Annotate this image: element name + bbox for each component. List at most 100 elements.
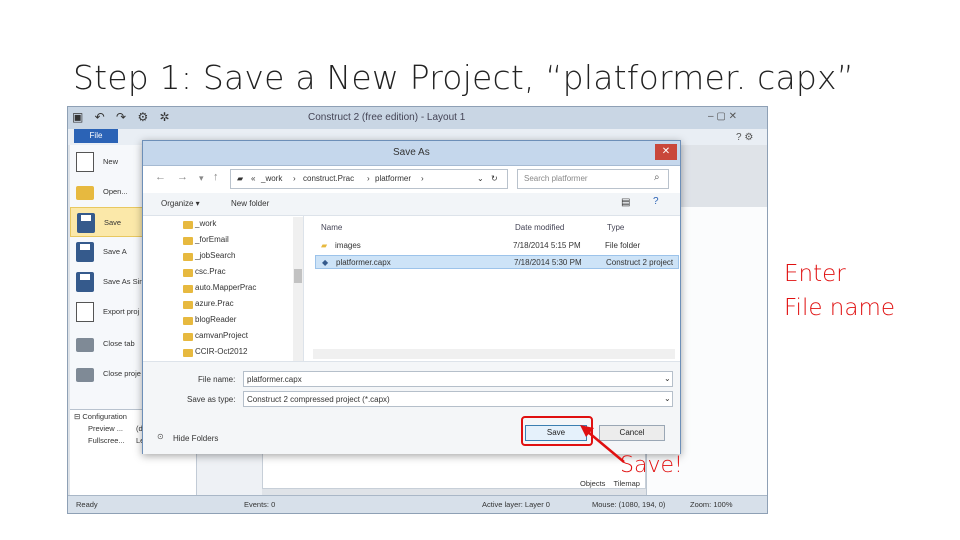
- chevron-down-icon[interactable]: ⌄: [664, 394, 671, 403]
- file-name: images: [335, 241, 361, 250]
- tree-item[interactable]: _work: [195, 219, 216, 228]
- organize-button[interactable]: Organize ▾: [161, 199, 200, 208]
- chevron-down-icon[interactable]: ⌄: [664, 374, 671, 383]
- dialog-toolbar: Organize ▾ New folder ▤ ?: [143, 193, 680, 216]
- tree-item[interactable]: _forEmail: [195, 235, 229, 244]
- help-icon[interactable]: ? ⚙: [736, 132, 753, 143]
- new-folder-button[interactable]: New folder: [231, 199, 269, 208]
- tree-item[interactable]: camvanProject: [195, 331, 248, 340]
- tree-item[interactable]: _jobSearch: [195, 251, 235, 260]
- file-name-label: File name:: [198, 375, 236, 384]
- tree-item[interactable]: blogReader: [195, 315, 236, 324]
- status-bar: Ready Events: 0 Active layer: Layer 0 Mo…: [68, 495, 767, 513]
- save-callout: Save!: [620, 453, 683, 478]
- view-options-icon[interactable]: ▤: [621, 197, 630, 208]
- file-row-images[interactable]: ▰ images 7/18/2014 5:15 PM File folder: [315, 239, 679, 253]
- search-icon[interactable]: ⌕: [654, 172, 660, 183]
- dialog-title: Save As: [393, 147, 430, 158]
- tree-item[interactable]: csc.Prac: [195, 267, 226, 276]
- tree-item[interactable]: azure.Prac: [195, 299, 234, 308]
- tree-item[interactable]: auto.MapperPrac: [195, 283, 256, 292]
- column-name[interactable]: Name: [321, 223, 342, 232]
- folder-icon: [183, 285, 193, 293]
- save-type-select[interactable]: Construct 2 compressed project (*.capx) …: [243, 391, 673, 407]
- app-window-title: Construct 2 (free edition) - Layout 1: [308, 112, 466, 123]
- folder-icon: ▰: [321, 241, 328, 250]
- save-type-value: Construct 2 compressed project (*.capx): [247, 395, 390, 404]
- file-date: 7/18/2014 5:30 PM: [514, 258, 582, 267]
- dialog-close-button[interactable]: ✕: [655, 144, 677, 160]
- close-tab-icon: [76, 338, 94, 352]
- file-tab[interactable]: File: [74, 129, 118, 143]
- save-highlight-box: [521, 416, 593, 446]
- address-bar[interactable]: ▰ « _work › construct.Prac › platformer …: [230, 169, 508, 189]
- dialog-title-bar: Save As ✕: [143, 141, 680, 166]
- breadcrumb-platformer[interactable]: platformer: [375, 174, 411, 183]
- refresh-icon[interactable]: ↻: [491, 174, 498, 183]
- up-arrow-icon[interactable]: ↑: [213, 171, 219, 183]
- enter-file-name-callout: Enter File name: [784, 257, 895, 325]
- folder-icon: [183, 221, 193, 229]
- column-type[interactable]: Type: [607, 223, 624, 232]
- folder-icon: [183, 349, 193, 357]
- search-box[interactable]: Search platformer ⌕: [517, 169, 669, 189]
- new-document-icon: [76, 152, 94, 172]
- folder-icon: ▰: [237, 174, 244, 183]
- search-placeholder: Search platformer: [524, 174, 588, 183]
- file-type: File folder: [605, 241, 641, 250]
- cancel-button[interactable]: Cancel: [599, 425, 665, 441]
- file-list: Name Date modified Type ▰ images 7/18/20…: [311, 215, 679, 361]
- help-icon[interactable]: ?: [653, 196, 659, 207]
- folder-tree: _work _forEmail _jobSearch csc.Prac auto…: [153, 215, 304, 361]
- folder-icon: [183, 253, 193, 261]
- hide-folders-toggle[interactable]: Hide Folders: [173, 434, 218, 443]
- tree-scrollbar[interactable]: [293, 217, 303, 361]
- back-arrow-icon[interactable]: ←: [155, 171, 166, 183]
- recent-chevron-icon[interactable]: ▾: [199, 173, 204, 184]
- breadcrumb-work[interactable]: _work: [261, 174, 282, 183]
- status-events: Events: 0: [244, 500, 276, 509]
- save-disk-icon: [77, 213, 95, 233]
- save-as-single-icon: [76, 272, 94, 292]
- save-type-label: Save as type:: [187, 395, 236, 404]
- column-date-modified[interactable]: Date modified: [515, 223, 564, 232]
- breadcrumb-construct-prac[interactable]: construct.Prac: [303, 174, 354, 183]
- configuration-header[interactable]: ⊟ Configuration: [74, 412, 127, 421]
- slide-title: Step 1: Save a New Project, “platformer.…: [73, 58, 855, 97]
- window-controls[interactable]: – ▢ ✕: [708, 111, 737, 122]
- file-name: platformer.capx: [336, 258, 391, 267]
- tree-scrollbar-thumb[interactable]: [294, 269, 302, 283]
- config-row-name[interactable]: Preview ...: [88, 424, 123, 433]
- folder-icon: [183, 333, 193, 341]
- close-project-icon: [76, 368, 94, 382]
- breadcrumb-separator: ›: [421, 174, 424, 183]
- construct-project-icon: ◆: [322, 258, 329, 267]
- file-name-input[interactable]: platformer.capx ⌄: [243, 371, 673, 387]
- open-folder-icon: [76, 186, 94, 200]
- callout-line-2: File name: [784, 295, 896, 321]
- callout-line-1: Enter: [784, 261, 846, 287]
- status-mouse: Mouse: (1080, 194, 0): [592, 500, 666, 509]
- file-date: 7/18/2014 5:15 PM: [513, 241, 581, 250]
- app-title-bar: ▣ ↶ ↷ ⚙ ✲ Construct 2 (free edition) - L…: [68, 107, 767, 130]
- tree-item[interactable]: CCIR-Oct2012: [195, 347, 247, 356]
- folder-icon: [183, 237, 193, 245]
- save-as-dialog: Save As ✕ ← → ▾ ↑ ▰ « _work › construct.…: [142, 140, 681, 454]
- file-list-scrollbar[interactable]: [313, 349, 675, 359]
- dropdown-arrow-icon[interactable]: ⌄: [477, 174, 484, 183]
- status-ready: Ready: [76, 500, 98, 509]
- breadcrumb-separator: ›: [367, 174, 370, 183]
- export-icon: [76, 302, 94, 322]
- file-row-platformer[interactable]: ◆ platformer.capx 7/18/2014 5:30 PM Cons…: [315, 255, 679, 269]
- tab-objects[interactable]: Objects: [580, 479, 605, 488]
- tab-tilemap[interactable]: Tilemap: [614, 479, 640, 488]
- save-as-icon: [76, 242, 94, 262]
- breadcrumb-more[interactable]: «: [251, 174, 255, 183]
- folder-icon: [183, 301, 193, 309]
- file-name-value: platformer.capx: [247, 375, 302, 384]
- folder-icon: [183, 269, 193, 277]
- forward-arrow-icon[interactable]: →: [177, 171, 188, 183]
- quick-access-toolbar[interactable]: ▣ ↶ ↷ ⚙ ✲: [72, 110, 174, 124]
- collapse-icon[interactable]: ⊙: [157, 432, 164, 441]
- config-row-name[interactable]: Fullscree...: [88, 436, 125, 445]
